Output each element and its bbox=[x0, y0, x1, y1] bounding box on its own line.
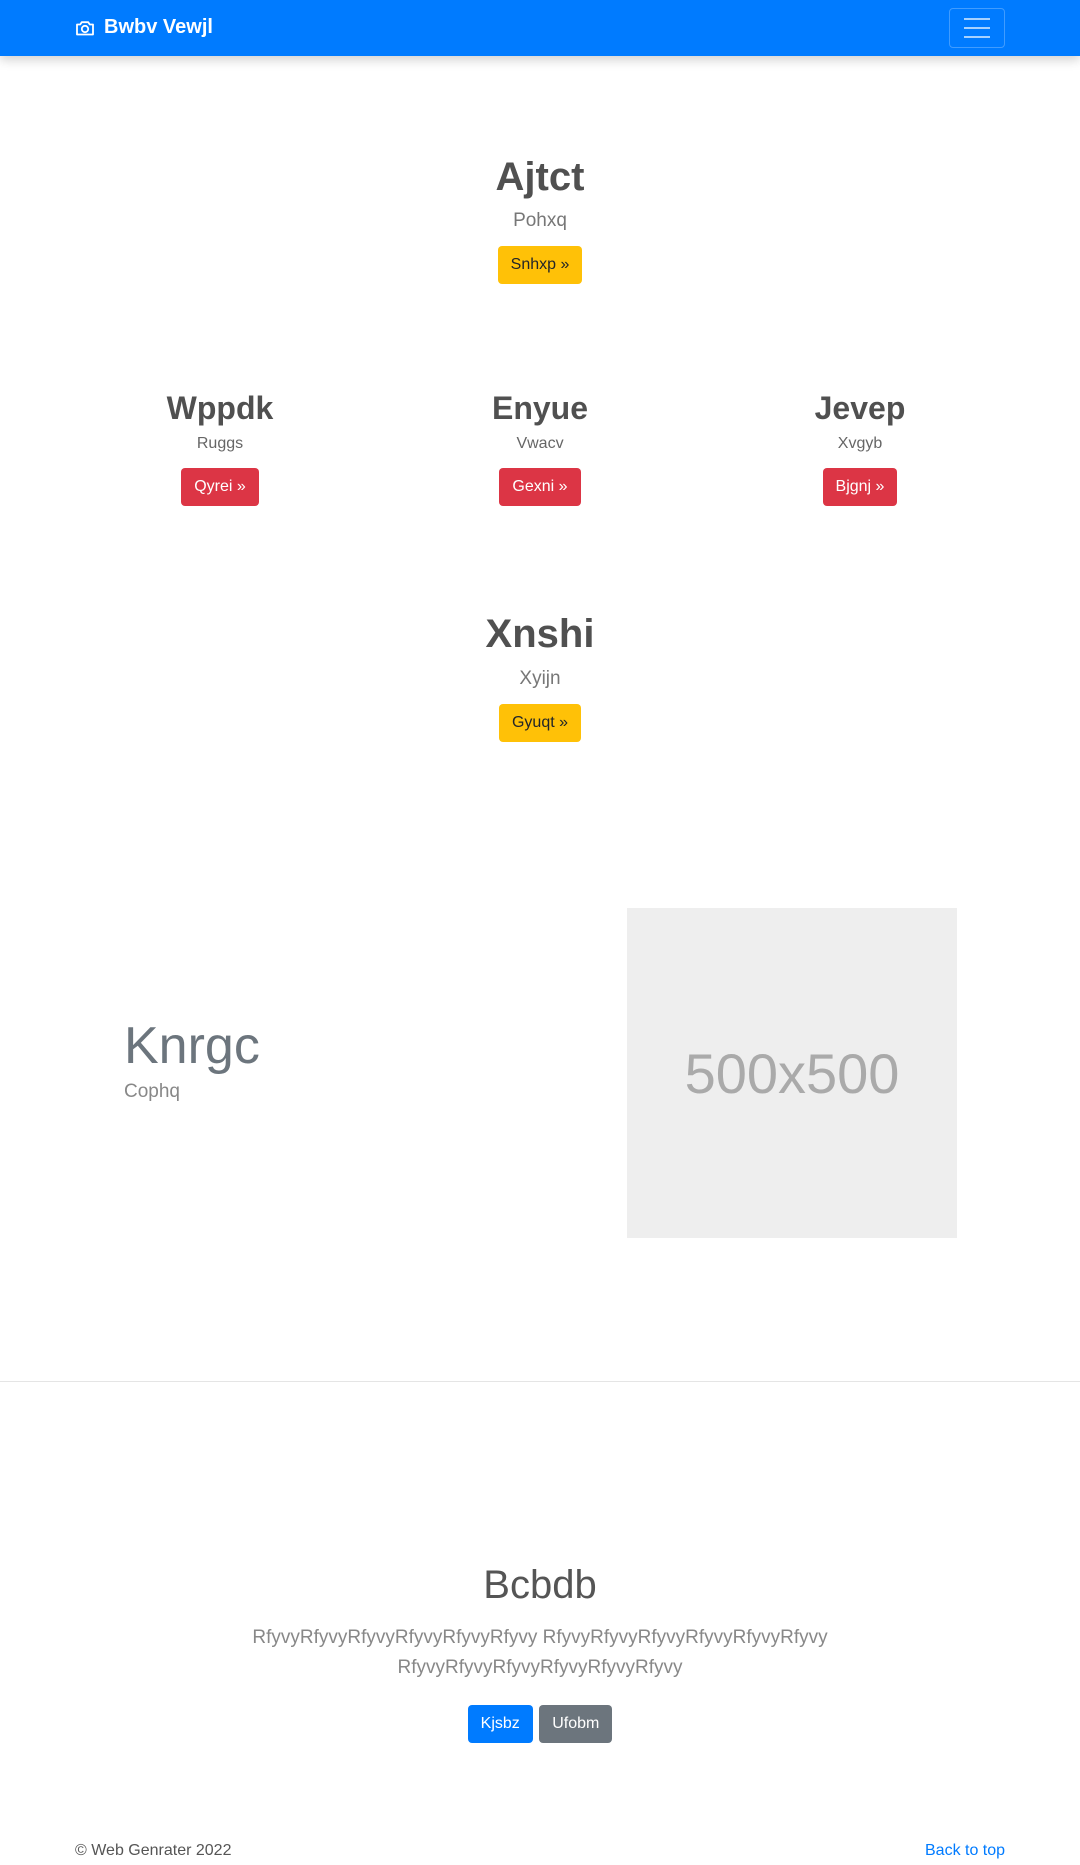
camera-icon bbox=[76, 20, 94, 35]
column-1-title: Wppdk bbox=[166, 390, 274, 426]
column-1: Wppdk Ruggs Qyrei » bbox=[40, 383, 400, 506]
column-2-subtitle: Vwacv bbox=[516, 435, 564, 452]
hero-1-subtitle: Pohxq bbox=[513, 210, 567, 231]
hero-1-button[interactable]: Snhxp » bbox=[497, 246, 583, 284]
column-1-subtitle: Ruggs bbox=[196, 435, 244, 452]
column-3-title: Jevep bbox=[814, 390, 906, 426]
cta-description: RfyvyRfyvyRfyvyRfyvyRfyvyRfyvy RfyvyRfyv… bbox=[252, 1627, 828, 1678]
hero-2-title: Xnshi bbox=[485, 612, 595, 656]
brand-label: Bwbv Vewjl bbox=[104, 16, 213, 38]
navbar: Bwbv Vewjl bbox=[0, 0, 1080, 56]
column-2-title: Enyue bbox=[491, 390, 589, 426]
back-to-top-link[interactable]: Back to top bbox=[925, 1842, 1005, 1860]
cta-buttons: Kjsbz Ufobm bbox=[250, 1705, 830, 1743]
cta-section: Bcbdb RfyvyRfyvyRfyvyRfyvyRfyvyRfyvy Rfy… bbox=[250, 1559, 830, 1743]
column-3-button[interactable]: Bjgnj » bbox=[822, 468, 898, 506]
placeholder-image: 500x500 bbox=[627, 908, 957, 1238]
hero-section-2: Xnshi Xyijn Gyuqt » bbox=[0, 608, 1080, 742]
hero-2-button[interactable]: Gyuqt » bbox=[498, 704, 582, 742]
navbar-brand[interactable]: Bwbv Vewjl bbox=[75, 16, 213, 39]
feature-title: Knrgc bbox=[124, 1017, 260, 1075]
column-3-subtitle: Xvgyb bbox=[837, 435, 883, 452]
hamburger-icon bbox=[964, 18, 990, 20]
hero-section-1: Ajtct Pohxq Snhxp » bbox=[0, 150, 1080, 284]
feature-subtitle: Cophq bbox=[124, 1081, 180, 1102]
section-divider bbox=[0, 1381, 1080, 1382]
hero-1-title: Ajtct bbox=[495, 155, 585, 199]
cta-secondary-button[interactable]: Ufobm bbox=[539, 1705, 613, 1743]
footer-copyright: © Web Genrater 2022 bbox=[75, 1842, 232, 1859]
placeholder-image-label: 500x500 bbox=[684, 1041, 900, 1105]
column-2: Enyue Vwacv Gexni » bbox=[360, 383, 720, 506]
column-2-button[interactable]: Gexni » bbox=[499, 468, 581, 506]
cta-title: Bcbdb bbox=[483, 1563, 597, 1607]
cta-primary-button[interactable]: Kjsbz bbox=[467, 1705, 533, 1743]
column-1-button[interactable]: Qyrei » bbox=[181, 468, 259, 506]
feature-text: Knrgc Cophq bbox=[124, 1013, 260, 1103]
hero-2-subtitle: Xyijn bbox=[519, 668, 561, 689]
navbar-toggler-button[interactable] bbox=[949, 8, 1005, 48]
column-3: Jevep Xvgyb Bjgnj » bbox=[680, 383, 1040, 506]
